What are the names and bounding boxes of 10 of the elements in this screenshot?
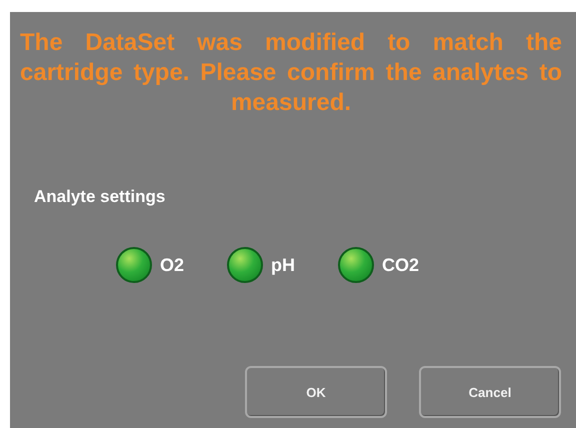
analyte-label: CO2 [382,254,420,276]
indicator-toggle[interactable] [338,247,374,283]
analyte-label: pH [271,254,296,276]
indicator-toggle[interactable] [116,247,152,283]
section-title: Analyte settings [34,187,166,207]
dialog-button[interactable]: Cancel [419,366,561,418]
dialog-button[interactable]: OK [245,366,387,418]
message-text: The DataSet was modified to match the cartridge type. Please confirm the analytes to measured. [20,28,562,118]
analyte-label: O2 [160,254,186,276]
indicator-toggle[interactable] [227,247,263,283]
